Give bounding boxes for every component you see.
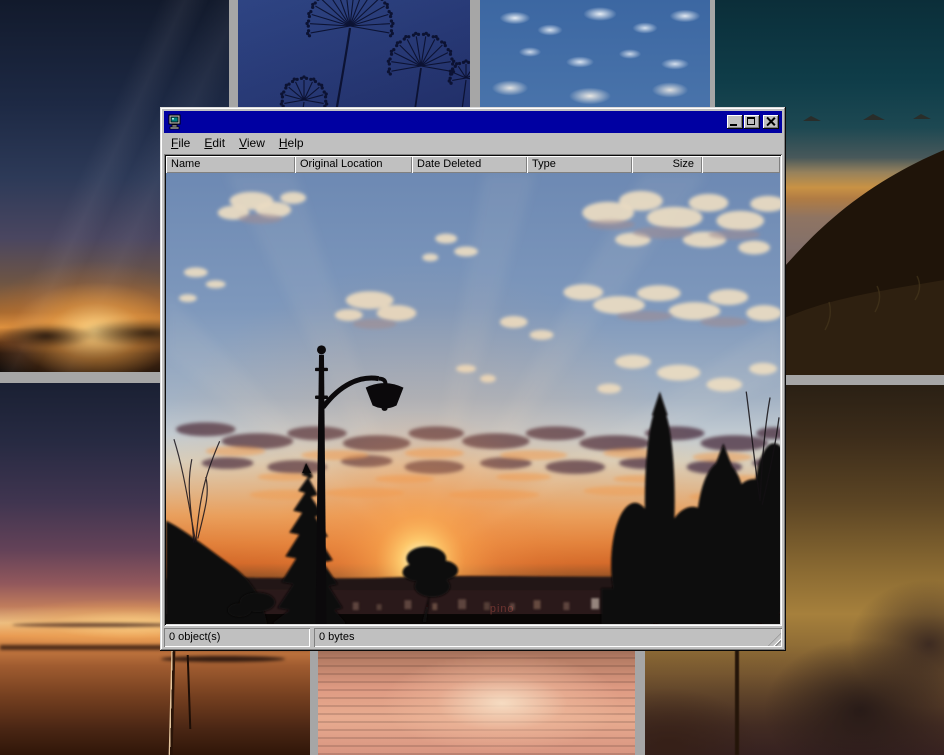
recycle-bin-window: File Edit View Help Name Original Locati… — [160, 107, 786, 651]
list-view-empty-area[interactable]: pino — [166, 173, 780, 624]
title-bar[interactable] — [164, 111, 782, 133]
wallpaper-sunset-photo: pino — [166, 173, 780, 624]
column-header-row: Name Original Location Date Deleted Type… — [166, 156, 780, 173]
menu-file[interactable]: File — [165, 134, 196, 152]
list-view-container: Name Original Location Date Deleted Type… — [164, 154, 782, 626]
close-icon — [766, 117, 775, 126]
column-header-name[interactable]: Name — [166, 156, 295, 173]
menu-help[interactable]: Help — [273, 134, 310, 152]
status-object-count: 0 object(s) — [164, 628, 310, 647]
background-pole — [735, 648, 739, 755]
menu-edit[interactable]: Edit — [198, 134, 231, 152]
menu-view[interactable]: View — [233, 134, 271, 152]
column-header-type[interactable]: Type — [527, 156, 632, 173]
shore-patch — [161, 656, 285, 662]
column-header-original-location[interactable]: Original Location — [295, 156, 412, 173]
status-bar: 0 object(s) 0 bytes — [164, 628, 782, 647]
photo-watermark: pino — [490, 603, 515, 615]
maximize-icon — [747, 117, 755, 125]
cloud-streak — [12, 623, 183, 627]
status-byte-count: 0 bytes — [314, 628, 782, 647]
computer-icon — [167, 114, 183, 130]
water-pole — [169, 651, 176, 755]
menu-bar: File Edit View Help — [164, 133, 782, 153]
column-header-size[interactable]: Size — [632, 156, 702, 173]
column-header-date-deleted[interactable]: Date Deleted — [412, 156, 527, 173]
minimize-icon — [730, 124, 737, 126]
minimize-button[interactable] — [727, 115, 743, 129]
maximize-button[interactable] — [744, 115, 760, 129]
close-button[interactable] — [763, 115, 779, 129]
water-pole — [187, 655, 192, 729]
column-header-filler — [702, 156, 780, 173]
desktop: File Edit View Help Name Original Locati… — [0, 0, 944, 755]
